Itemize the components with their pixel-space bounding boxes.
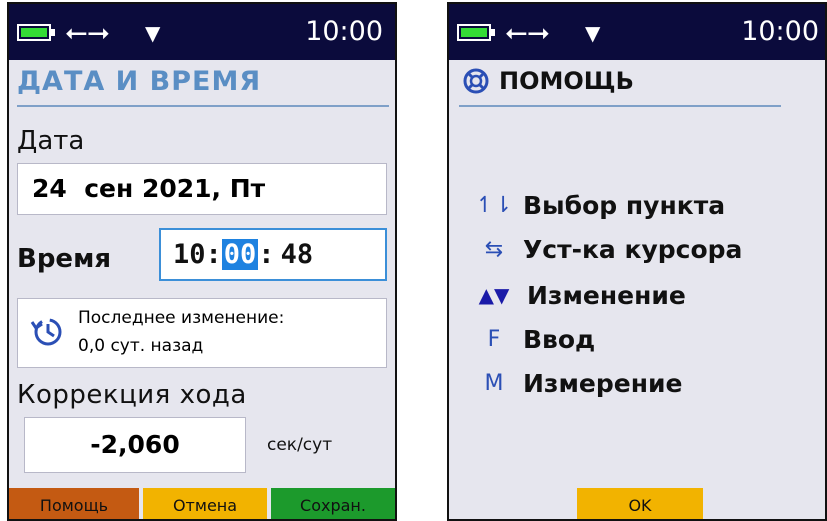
help-item-text: Выбор пункта bbox=[523, 190, 726, 220]
time-minutes-selected[interactable]: 00 bbox=[221, 239, 259, 270]
last-change-value: 0,0 сут. назад bbox=[78, 336, 204, 356]
date-label: Дата bbox=[17, 126, 85, 156]
up-down-arrows-icon: ↿⇂ bbox=[475, 192, 513, 218]
f-key-icon: F bbox=[487, 326, 501, 352]
time-separator: : bbox=[205, 239, 222, 270]
m-key-icon: M bbox=[484, 370, 504, 396]
help-item-change: ▲▼ Изменение bbox=[461, 278, 686, 312]
status-bar: ⭠⭢ ▼ 10:00 bbox=[9, 4, 395, 60]
page-title: ДАТА И ВРЕМЯ bbox=[17, 66, 262, 97]
correction-unit: сек/сут bbox=[267, 435, 333, 455]
correction-value: -2,060 bbox=[90, 430, 180, 459]
help-button[interactable]: Помощь bbox=[9, 488, 139, 519]
status-time: 10:00 bbox=[305, 16, 383, 47]
help-item-select: ↿⇂ Выбор пункта bbox=[465, 188, 726, 222]
history-icon bbox=[30, 318, 62, 346]
help-item-text: Ввод bbox=[523, 324, 596, 354]
help-screen: ⭠⭢ ▼ 10:00 ПОМОЩЬ ↿⇂ Выбор пункта ⇆ Уст-… bbox=[447, 2, 827, 521]
ok-button[interactable]: OK bbox=[577, 488, 703, 519]
title-divider bbox=[459, 105, 781, 107]
cancel-button[interactable]: Отмена bbox=[143, 488, 267, 519]
time-separator: : bbox=[258, 239, 275, 270]
up-down-triangles-icon: ▲▼ bbox=[478, 283, 510, 307]
save-button[interactable]: Сохран. bbox=[271, 488, 395, 519]
datetime-screen: ⭠⭢ ▼ 10:00 ДАТА И ВРЕМЯ Дата 24 сен 2021… bbox=[7, 2, 397, 521]
dropdown-arrow-icon: ▼ bbox=[585, 21, 601, 45]
date-value: 24 сен 2021, Пт bbox=[32, 174, 266, 203]
left-right-arrows-icon: ⇆ bbox=[484, 236, 504, 262]
page-title: ПОМОЩЬ bbox=[499, 67, 634, 95]
help-item-cursor: ⇆ Уст-ка курсора bbox=[465, 232, 743, 266]
lifebuoy-icon bbox=[463, 68, 489, 94]
battery-icon bbox=[457, 24, 491, 41]
help-item-enter: F Ввод bbox=[465, 322, 596, 356]
help-item-measure: M Измерение bbox=[465, 366, 683, 400]
help-item-text: Изменение bbox=[527, 280, 686, 310]
usb-icon: ⭠⭢ bbox=[505, 15, 550, 48]
correction-field[interactable]: -2,060 bbox=[24, 417, 246, 473]
title-divider bbox=[17, 105, 389, 107]
usb-icon: ⭠⭢ bbox=[65, 15, 110, 48]
status-bar: ⭠⭢ ▼ 10:00 bbox=[449, 4, 825, 60]
help-item-text: Уст-ка курсора bbox=[523, 234, 743, 264]
time-label: Время bbox=[17, 244, 112, 274]
status-time: 10:00 bbox=[741, 16, 819, 47]
dropdown-arrow-icon: ▼ bbox=[145, 21, 161, 45]
battery-icon bbox=[17, 24, 51, 41]
time-hours[interactable]: 10 bbox=[173, 239, 206, 270]
time-field[interactable]: 10 : 00 : 48 bbox=[159, 228, 387, 281]
correction-label: Коррекция хода bbox=[17, 380, 247, 410]
help-item-text: Измерение bbox=[523, 368, 683, 398]
last-change-panel: Последнее изменение: 0,0 сут. назад bbox=[17, 298, 387, 368]
last-change-label: Последнее изменение: bbox=[78, 308, 285, 328]
time-seconds[interactable]: 48 bbox=[275, 239, 314, 270]
date-field[interactable]: 24 сен 2021, Пт bbox=[17, 163, 387, 215]
